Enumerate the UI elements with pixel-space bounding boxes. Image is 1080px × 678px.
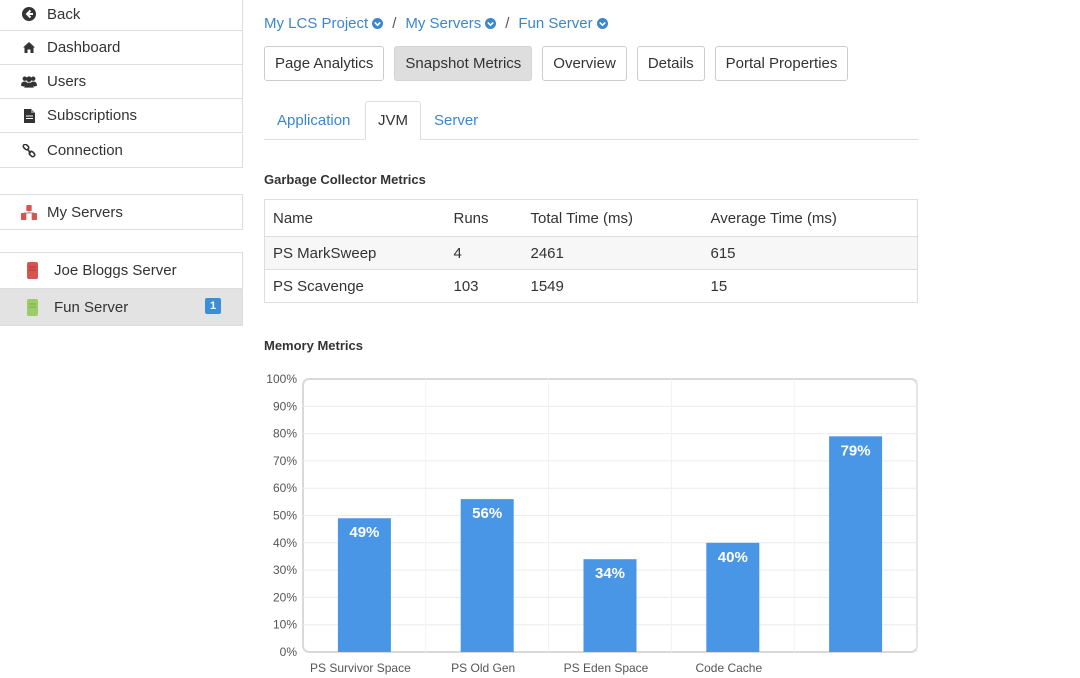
sidebar-item-my-servers[interactable]: My Servers <box>0 194 243 230</box>
sidebar-item-label: Joe Bloggs Server <box>54 262 177 279</box>
table-cell: 103 <box>445 269 523 303</box>
y-tick-label: 0% <box>280 645 298 659</box>
breadcrumb-my-servers[interactable]: My Servers <box>405 14 497 32</box>
sidebar: Back Dashboard Users Subscriptions Conne… <box>0 0 244 678</box>
sidebar-item-label: Users <box>47 73 87 90</box>
sidebar-item-label: Connection <box>47 142 123 159</box>
table-cell: 15 <box>702 269 918 303</box>
notification-badge: 1 <box>205 298 221 314</box>
breadcrumb-separator: / <box>505 14 510 32</box>
sidebar-item-label: My Servers <box>47 203 123 221</box>
y-tick-label: 70% <box>273 454 297 468</box>
column-header: Total Time (ms) <box>522 199 703 237</box>
sidebar-item-label: Dashboard <box>47 39 121 56</box>
document-icon <box>21 108 37 124</box>
y-tick-label: 30% <box>273 563 297 577</box>
table-cell: PS MarkSweep <box>264 236 446 270</box>
snapshot-metrics-button[interactable]: Snapshot Metrics <box>394 46 533 81</box>
home-icon <box>21 40 37 56</box>
table-row: PS Scavenge 103 1549 15 <box>264 269 918 303</box>
breadcrumb-label: Fun Server <box>518 14 593 32</box>
memory-section-title: Memory Metrics <box>264 338 363 353</box>
sidebar-item-connection[interactable]: Connection <box>0 134 243 168</box>
page-analytics-button[interactable]: Page Analytics <box>264 46 385 81</box>
bar-data-label: 40% <box>718 549 748 566</box>
sidebar-item-fun-server[interactable]: Fun Server 1 <box>0 289 243 326</box>
breadcrumb-label: My LCS Project <box>264 14 369 32</box>
sidebar-item-users[interactable]: Users <box>0 65 243 99</box>
users-icon <box>21 74 37 90</box>
portal-properties-button[interactable]: Portal Properties <box>714 46 849 81</box>
bar-data-label: 79% <box>841 442 871 459</box>
x-tick-label: PS Survivor Space <box>310 661 411 675</box>
sidebar-item-subscriptions[interactable]: Subscriptions <box>0 99 243 133</box>
details-button[interactable]: Details <box>636 46 705 81</box>
table-cell: PS Scavenge <box>264 269 446 303</box>
server-red-icon <box>24 262 40 279</box>
chevron-down-circle-icon <box>485 17 497 29</box>
breadcrumb-label: My Servers <box>405 14 482 32</box>
sidebar-item-label: Subscriptions <box>47 107 138 124</box>
view-button-group: Page Analytics Snapshot Metrics Overview… <box>264 46 858 81</box>
breadcrumb-fun-server[interactable]: Fun Server <box>518 14 608 32</box>
server-green-icon <box>24 298 40 316</box>
y-tick-label: 50% <box>273 509 297 523</box>
link-icon <box>21 143 37 159</box>
chevron-down-circle-icon <box>596 17 608 29</box>
memory-metrics-chart: 0% 10% 20% 30% 40% 50% 60% 70% 80% 90% 100% 49% PS S… <box>266 372 918 675</box>
y-tick-label: 90% <box>273 399 297 413</box>
breadcrumb: My LCS Project / My Servers / Fun Server <box>264 13 608 33</box>
servers-icon <box>21 204 37 220</box>
bar-data-label: 56% <box>472 505 502 522</box>
breadcrumb-separator: / <box>392 14 397 32</box>
gc-metrics-table: Name Runs Total Time (ms) Average Time (… <box>264 199 918 303</box>
tab-application[interactable]: Application <box>277 101 350 139</box>
sidebar-item-joe-bloggs-server[interactable]: Joe Bloggs Server <box>0 252 243 289</box>
table-cell: 1549 <box>522 269 703 303</box>
overview-button[interactable]: Overview <box>542 46 627 81</box>
tab-server[interactable]: Server <box>434 101 478 139</box>
y-tick-label: 100% <box>266 372 297 386</box>
x-tick-label: Code Cache <box>695 661 762 675</box>
y-tick-label: 40% <box>273 536 297 550</box>
y-tick-label: 80% <box>273 427 297 441</box>
gc-section-title: Garbage Collector Metrics <box>264 172 426 187</box>
table-cell: 615 <box>702 236 918 270</box>
column-header: Average Time (ms) <box>702 199 918 237</box>
sidebar-item-dashboard[interactable]: Dashboard <box>0 31 243 65</box>
breadcrumb-project[interactable]: My LCS Project <box>264 14 384 32</box>
table-cell: 2461 <box>522 236 703 270</box>
metrics-tabs: Application JVM Server <box>264 101 918 140</box>
sidebar-item-label: Fun Server <box>54 298 129 316</box>
bar-data-label: 34% <box>595 565 625 582</box>
y-tick-label: 60% <box>273 481 297 495</box>
column-header: Runs <box>445 199 523 237</box>
x-tick-label: PS Eden Space <box>564 661 649 675</box>
table-cell: 4 <box>445 236 523 270</box>
tab-jvm[interactable]: JVM <box>365 101 421 140</box>
x-tick-label: PS Old Gen <box>451 661 515 675</box>
column-header: Name <box>273 209 314 227</box>
y-tick-label: 20% <box>273 590 297 604</box>
bar-data-label: 49% <box>349 524 379 541</box>
chevron-down-circle-icon <box>372 17 384 29</box>
table-row: PS MarkSweep 4 2461 615 <box>264 236 918 270</box>
table-header-row: Name Runs Total Time (ms) Average Time (… <box>265 199 918 237</box>
sidebar-item-back[interactable]: Back <box>0 0 243 31</box>
arrow-left-circle-icon <box>21 6 37 22</box>
chart-bar <box>829 436 883 652</box>
sidebar-item-label: Back <box>47 5 81 23</box>
y-tick-label: 10% <box>273 618 297 632</box>
